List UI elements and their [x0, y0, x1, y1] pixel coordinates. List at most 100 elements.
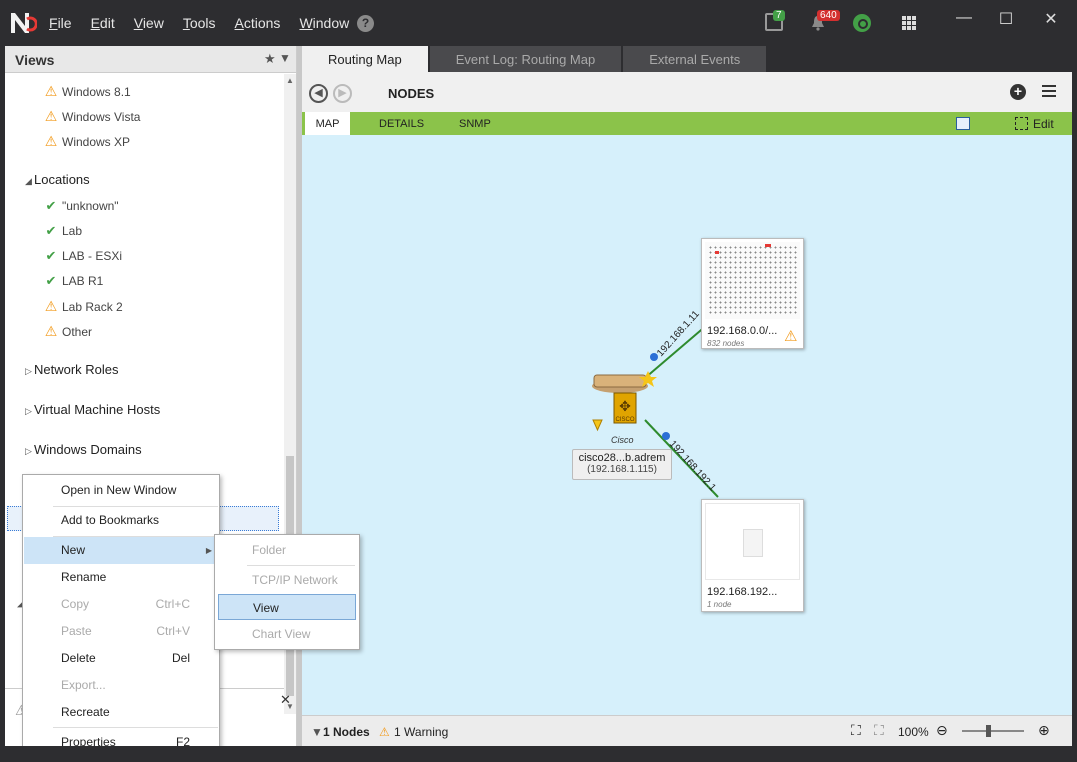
subnet-thumbnail	[705, 242, 800, 319]
tab-details[interactable]: DETAILS	[379, 112, 424, 135]
subnet-node-count: 1 node	[707, 600, 732, 609]
tree-item-label: Windows Vista	[62, 109, 141, 124]
menu-actions[interactable]: Actions	[235, 15, 281, 31]
tab-event-log[interactable]: Event Log: Routing Map	[429, 46, 622, 72]
tree-group-label: Windows Domains	[34, 442, 142, 457]
window-bottom-border	[0, 746, 1077, 762]
tree-item[interactable]: ✔ Lab	[43, 223, 82, 239]
back-button[interactable]: ◀	[309, 84, 328, 103]
subnet-node-card[interactable]: 192.168.192... 1 node	[701, 499, 804, 612]
tab-external-events[interactable]: External Events	[623, 46, 767, 72]
tree-item[interactable]: ⚠ Windows 8.1	[43, 83, 131, 100]
submenu-item-view[interactable]: View	[218, 594, 356, 620]
menu-item-label: Paste	[61, 624, 92, 638]
filter-icon[interactable]: ▼	[279, 51, 291, 65]
tab-routing-map[interactable]: Routing Map	[302, 46, 428, 72]
warning-icon: ⚠	[379, 725, 390, 739]
tree-group-vm-hosts[interactable]: ▷ Virtual Machine Hosts	[25, 402, 160, 417]
warning-count[interactable]: 1 Warning	[394, 725, 448, 739]
fit-to-screen-icon[interactable]: ⛶	[851, 722, 861, 739]
menu-item-copy[interactable]: Copy Ctrl+C	[24, 591, 218, 618]
tab-map[interactable]: MAP	[305, 112, 350, 135]
menu-view[interactable]: View	[134, 15, 164, 31]
edit-label[interactable]: Edit	[1033, 117, 1054, 131]
edit-icon[interactable]	[1015, 117, 1028, 130]
tree-item[interactable]: ✔ LAB R1	[43, 273, 104, 289]
submenu-item-tcpip-network[interactable]: TCP/IP Network	[218, 567, 356, 593]
subnet-node-count: 832 nodes	[707, 339, 745, 348]
tree-item[interactable]: ✔ "unknown"	[43, 198, 119, 214]
tree-item-label: LAB - ESXi	[62, 249, 123, 263]
router-node[interactable]: cisco28...b.adrem (192.168.1.115)	[572, 449, 672, 480]
menu-item-new[interactable]: New ▶	[24, 537, 218, 564]
maximize-button[interactable]: ☐	[994, 9, 1018, 29]
menu-item-rename[interactable]: Rename	[24, 564, 218, 591]
views-title: Views	[15, 52, 55, 68]
subnet-thumbnail	[705, 503, 800, 580]
layout-icon[interactable]	[956, 117, 970, 130]
menu-file[interactable]: File	[49, 15, 72, 31]
zoom-region-icon[interactable]: ⛶	[874, 722, 884, 739]
menu-item-open-new-window[interactable]: Open in New Window	[24, 477, 218, 504]
menu-icon[interactable]	[1042, 85, 1056, 100]
menu-item-label: Recreate	[61, 705, 110, 719]
link-label-bottom: 192.168.192.1	[667, 439, 718, 494]
search-icon[interactable]	[853, 14, 871, 32]
zoom-slider[interactable]	[962, 725, 1024, 737]
tree-item-label: LAB R1	[62, 274, 104, 288]
zoom-out-icon[interactable]: ⊖	[936, 722, 948, 739]
menu-item-recreate[interactable]: Recreate	[24, 699, 218, 726]
add-button[interactable]: +	[1010, 84, 1026, 100]
tree-item[interactable]: ⚠ Windows Vista	[43, 108, 141, 125]
star-icon[interactable]: ★	[264, 51, 276, 67]
tree-item[interactable]: ⚠ Lab Rack 2	[43, 298, 123, 315]
check-icon: ✔	[45, 223, 57, 238]
subnet-node-card[interactable]: 192.168.0.0/... 832 nodes ⚠	[701, 238, 804, 349]
menu-tools[interactable]: Tools	[183, 15, 216, 31]
close-button[interactable]: ✕	[1039, 9, 1063, 29]
submenu-item-chart-view[interactable]: Chart View	[218, 621, 356, 647]
tree-item[interactable]: ⚠ Windows XP	[43, 133, 130, 150]
warning-icon: ⚠	[44, 108, 58, 124]
minimize-button[interactable]: —	[952, 9, 976, 27]
forward-button[interactable]: ▶	[333, 84, 352, 103]
router-name: cisco28...b.adrem	[578, 452, 666, 464]
tree-item[interactable]: ⚠ Other	[43, 323, 92, 340]
help-icon[interactable]: ?	[357, 15, 374, 32]
svg-text:CISCO: CISCO	[615, 417, 634, 423]
apps-grid-icon[interactable]	[902, 16, 916, 30]
router-caption: Cisco	[611, 435, 634, 445]
title-bar: File Edit View Tools Actions Window ? 7 …	[0, 0, 1077, 46]
submenu-item-folder[interactable]: Folder	[218, 537, 356, 563]
menu-item-paste[interactable]: Paste Ctrl+V	[24, 618, 218, 645]
warning-icon: ⚠	[44, 323, 58, 339]
views-header: Views ★ ▼	[5, 46, 296, 73]
tab-snmp[interactable]: SNMP	[459, 112, 491, 135]
zoom-in-icon[interactable]: ⊕	[1038, 722, 1050, 739]
menu-edit[interactable]: Edit	[91, 15, 115, 31]
zoom-slider-thumb[interactable]	[986, 725, 991, 737]
tree-item[interactable]: ✔ LAB - ESXi	[43, 248, 122, 264]
tab-bar: Routing Map Event Log: Routing Map Exter…	[302, 46, 1072, 72]
router-ip: (192.168.1.115)	[587, 464, 657, 475]
menu-window[interactable]: Window	[299, 15, 349, 31]
collapsed-arrow-icon: ▷	[25, 446, 32, 456]
alerts-count-badge: 640	[817, 10, 840, 21]
tree-group-network-roles[interactable]: ▷ Network Roles	[25, 362, 119, 377]
scroll-up-icon[interactable]: ▲	[286, 76, 294, 85]
menu-item-label: Add to Bookmarks	[61, 513, 160, 527]
tree-item-label: Windows XP	[62, 134, 131, 149]
clipboard-count-badge: 7	[773, 10, 785, 21]
close-icon[interactable]: ✕	[280, 692, 291, 708]
menu-item-add-bookmarks[interactable]: Add to Bookmarks	[24, 507, 218, 534]
routing-map-canvas[interactable]: 192.168.1.11 192.168.192.1 ✥ CISCO 192.1…	[302, 135, 1072, 715]
menu-item-delete[interactable]: Delete Del	[24, 645, 218, 672]
menu-item-label: Rename	[61, 570, 107, 584]
warning-icon: ⚠	[44, 83, 58, 99]
tree-group-windows-domains[interactable]: ▷ Windows Domains	[25, 442, 142, 457]
page-title: NODES	[388, 86, 435, 101]
tree-group-label: Network Roles	[34, 362, 119, 377]
tree-group-locations[interactable]: ◢ Locations	[25, 172, 90, 187]
menu-item-export[interactable]: Export...	[24, 672, 218, 699]
filter-icon[interactable]: ▼	[311, 725, 323, 739]
